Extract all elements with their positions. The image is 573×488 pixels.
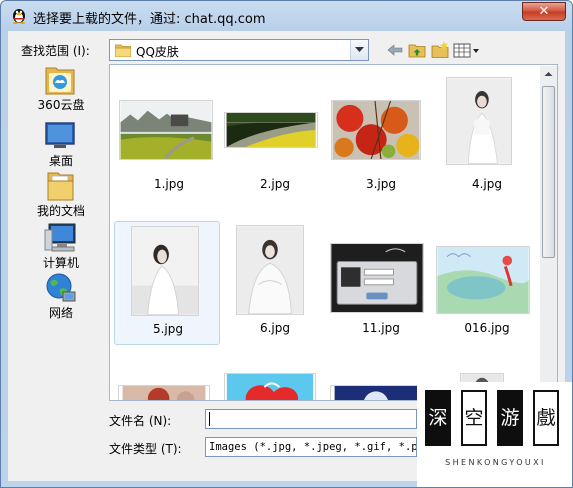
lookin-label: 查找范围 (I): — [21, 44, 90, 58]
place-label: 计算机 — [42, 256, 79, 270]
chevron-down-icon — [355, 47, 364, 52]
file-item[interactable]: 3.jpg — [328, 85, 434, 209]
image-thumbnail — [131, 226, 199, 316]
place-label: 桌面 — [48, 154, 73, 168]
close-button[interactable]: ✕ — [522, 2, 566, 21]
file-item[interactable]: 016.jpg — [434, 221, 540, 345]
up-folder-icon[interactable] — [407, 41, 427, 59]
file-item[interactable]: 2.jpg — [222, 85, 328, 209]
place-computer[interactable]: 计算机 — [21, 222, 101, 272]
qq-penguin-icon — [13, 9, 25, 24]
computer-icon — [44, 223, 76, 252]
image-thumbnail — [224, 373, 316, 400]
filename-input[interactable] — [205, 409, 417, 429]
place-label: 我的文档 — [36, 204, 85, 218]
file-item[interactable]: 6.jpg — [222, 221, 328, 345]
places-bar: 360云盘 桌面 我的文档 计算机 网络 — [21, 64, 103, 394]
image-thumbnail — [330, 243, 424, 313]
file-name: 5.jpg — [152, 322, 184, 336]
view-menu-icon[interactable] — [453, 41, 481, 59]
image-thumbnail — [446, 77, 512, 165]
image-thumbnail — [330, 385, 422, 400]
place-network[interactable]: 网络 — [21, 272, 101, 322]
file-item[interactable]: 11.jpg — [328, 221, 434, 345]
watermark-char: 游 — [497, 390, 523, 446]
file-name: 2.jpg — [259, 177, 291, 191]
lookin-dropdown[interactable]: QQ皮肤 — [109, 39, 369, 61]
place-documents[interactable]: 我的文档 — [21, 170, 101, 220]
watermark-char: 深 — [425, 390, 451, 446]
filetype-value: Images (*.jpg, *.jpeg, *.gif, *.png) — [209, 441, 417, 453]
watermark-char: 戲 — [533, 390, 559, 446]
image-thumbnail — [236, 225, 304, 315]
lookin-dropdown-button[interactable] — [350, 40, 368, 60]
image-thumbnail — [118, 385, 210, 400]
file-item-selected[interactable]: 5.jpg — [114, 221, 220, 345]
vertical-scrollbar[interactable] — [540, 66, 557, 399]
folder-icon — [115, 44, 131, 57]
window-title: 选择要上载的文件，通过: chat.qq.com — [33, 12, 266, 27]
file-open-dialog: 选择要上载的文件，通过: chat.qq.com ✕ 查找范围 (I): QQ皮… — [0, 0, 573, 488]
filename-label: 文件名 (N): — [109, 414, 172, 428]
file-item[interactable]: 4.jpg — [434, 77, 540, 209]
place-360-cloud[interactable]: 360云盘 — [21, 64, 101, 114]
filetype-select[interactable]: Images (*.jpg, *.jpeg, *.gif, *.png) — [205, 437, 417, 457]
file-name: 4.jpg — [471, 177, 503, 191]
file-name: 11.jpg — [362, 321, 400, 335]
place-label: 360云盘 — [37, 98, 85, 112]
image-thumbnail — [436, 246, 530, 314]
new-folder-icon[interactable] — [430, 41, 450, 59]
scroll-up-icon[interactable] — [540, 66, 557, 83]
place-label: 网络 — [48, 306, 73, 320]
watermark-subtitle: SHENKONGYOUXI — [445, 458, 546, 467]
title-bar[interactable]: 选择要上载的文件，通过: chat.qq.com ✕ — [1, 1, 572, 31]
scroll-thumb[interactable] — [542, 86, 555, 258]
close-icon: ✕ — [538, 4, 550, 19]
desktop-icon — [45, 122, 75, 148]
file-name: 1.jpg — [153, 177, 185, 191]
filetype-label: 文件类型 (T): — [109, 442, 182, 456]
file-item[interactable]: 1.jpg — [116, 85, 222, 209]
file-list-view[interactable]: 1.jpg 2.jpg 3.jpg 4.jpg 5.jpg 6.jpg 11.j… — [109, 64, 558, 401]
file-name: 3.jpg — [365, 177, 397, 191]
watermark-logo: 深 空 游 戲 SHENKONGYOUXI — [417, 382, 572, 487]
place-desktop[interactable]: 桌面 — [21, 120, 101, 170]
text-caret — [209, 412, 210, 426]
documents-folder-icon — [47, 172, 74, 201]
lookin-value: QQ皮肤 — [136, 45, 179, 59]
image-thumbnail — [331, 100, 421, 160]
file-name: 016.jpg — [464, 321, 510, 335]
watermark-char: 空 — [461, 390, 487, 446]
network-icon — [46, 273, 76, 302]
back-arrow-icon[interactable] — [385, 41, 405, 59]
file-name: 6.jpg — [259, 321, 291, 335]
image-thumbnail — [224, 112, 318, 148]
image-thumbnail — [119, 100, 213, 160]
cloud-drive-icon — [45, 67, 75, 95]
